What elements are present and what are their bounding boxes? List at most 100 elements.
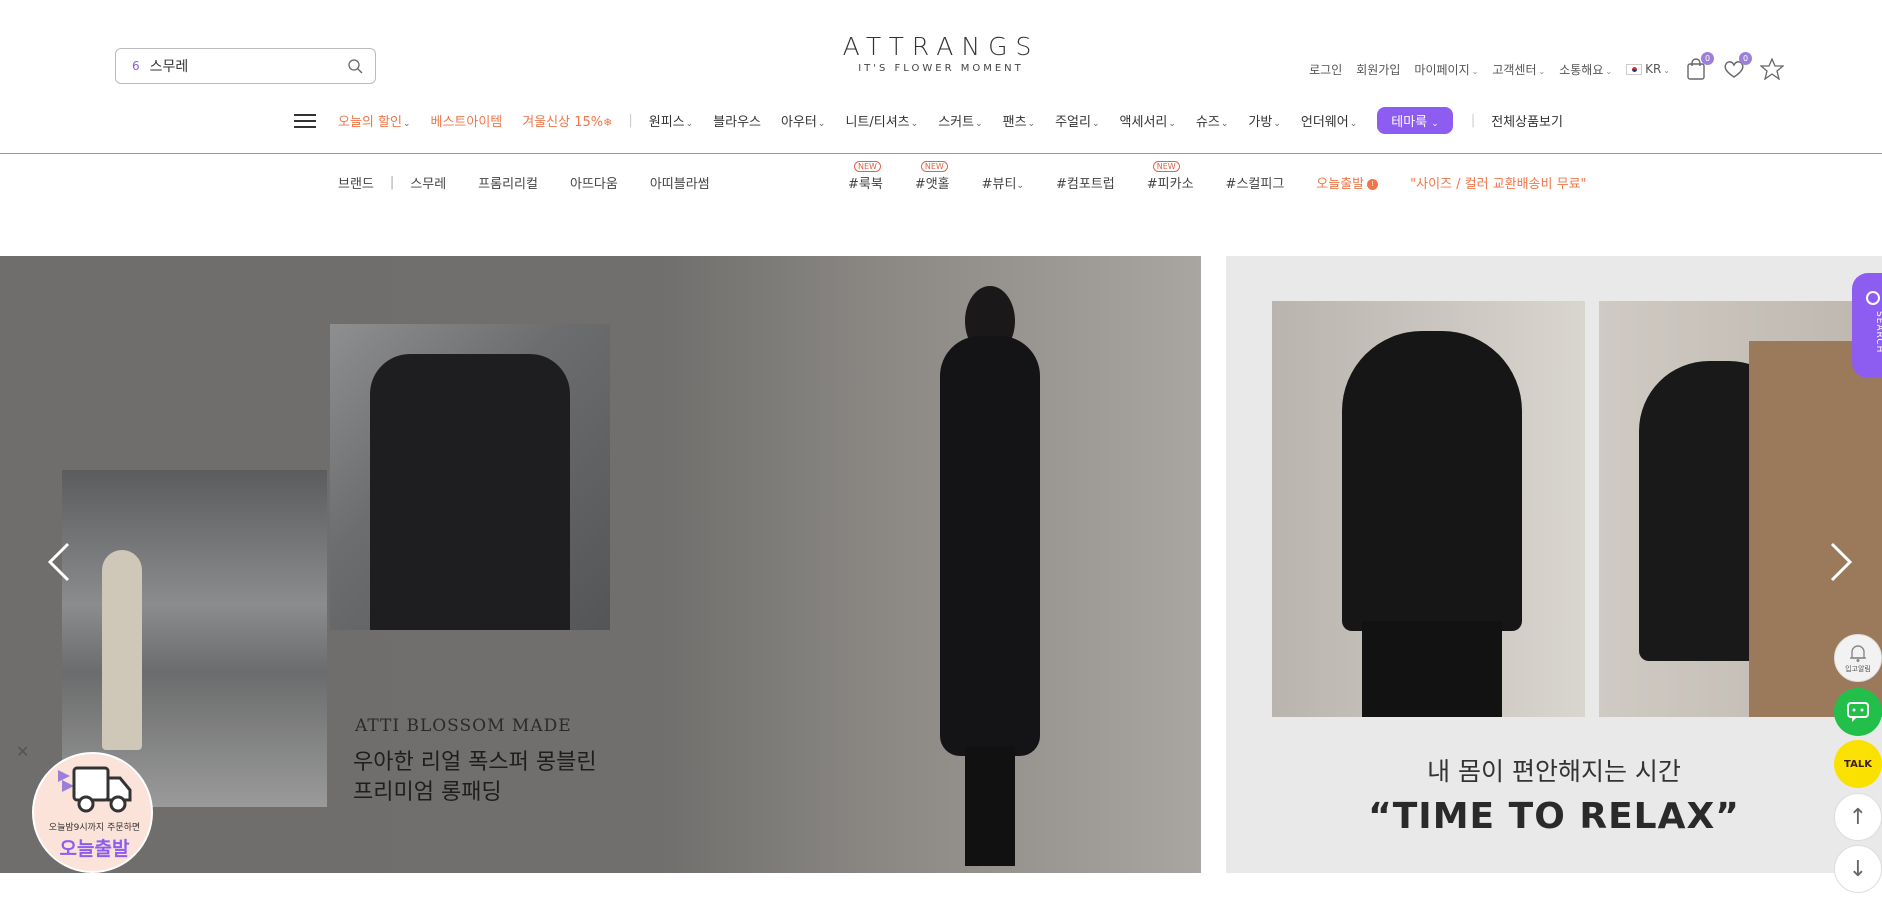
nav-all-products[interactable]: 전체상품보기 xyxy=(1491,111,1563,130)
wishlist-button[interactable]: 0 xyxy=(1722,52,1752,81)
chevron-down-icon: ⌄ xyxy=(1273,119,1281,129)
kakao-talk-button[interactable]: TALK xyxy=(1834,740,1882,788)
login-link[interactable]: 로그인 xyxy=(1309,61,1342,78)
chevron-left-icon xyxy=(47,542,70,582)
chevron-down-icon: ⌄ xyxy=(817,119,826,129)
banner-subtitle: 내 몸이 편안해지는 시간 xyxy=(1427,757,1681,786)
scroll-bottom-button[interactable]: ↓ xyxy=(1834,845,1882,893)
new-badge: NEW xyxy=(920,161,948,172)
community-link[interactable]: 소통해요 ⌄ xyxy=(1559,61,1612,78)
search-icon xyxy=(1866,291,1880,305)
nav-shoes[interactable]: 슈즈⌄ xyxy=(1196,111,1228,130)
main-nav: 오늘의 할인⌄ 베스트아이템 겨울신상 15%❄ | 원피스⌄ 블라우스 아우터… xyxy=(294,107,1583,134)
hero-banner-secondary[interactable]: 내 몸이 편안해지는 시간 “TIME TO RELAX” xyxy=(1226,256,1882,873)
closeup-photo xyxy=(330,324,610,630)
chat-button[interactable] xyxy=(1834,688,1882,736)
theme-look-button[interactable]: 테마룩 ⌄ xyxy=(1377,107,1453,134)
brand-label[interactable]: 브랜드 xyxy=(338,173,374,192)
tag-label: #피카소 xyxy=(1146,177,1194,192)
nav-label: 팬츠 xyxy=(1002,115,1027,130)
today-delivery-badge[interactable]: 오늘밤9시까지 주문하면 오늘출발 xyxy=(32,752,153,873)
restock-alert-button[interactable]: 입고알림 xyxy=(1834,634,1882,682)
nav-label: 주얼리 xyxy=(1055,115,1091,130)
nav-underwear[interactable]: 언더웨어⌄ xyxy=(1301,111,1357,130)
nav-accessory[interactable]: 액세서리⌄ xyxy=(1120,111,1176,130)
brand-item[interactable]: 아뜨다움 xyxy=(570,173,618,192)
nav-blouse[interactable]: 블라우스 xyxy=(713,111,761,130)
nav-best-items[interactable]: 베스트아이템 xyxy=(430,111,502,130)
close-icon[interactable]: ✕ xyxy=(16,742,29,761)
chevron-down-icon: ⌄ xyxy=(1663,66,1670,75)
nav-bag[interactable]: 가방⌄ xyxy=(1248,111,1280,130)
nav-skirt[interactable]: 스커트⌄ xyxy=(938,111,982,130)
favorites-button[interactable] xyxy=(1760,57,1784,81)
nav-winter-new[interactable]: 겨울신상 15%❄ xyxy=(522,111,612,130)
banner-line: 우아한 리얼 폭스퍼 몽블린 xyxy=(353,750,597,775)
tag-label: #룩북 xyxy=(848,177,883,192)
nav-knit[interactable]: 니트/티셔츠⌄ xyxy=(845,111,918,130)
chevron-down-icon: ⌄ xyxy=(1168,119,1176,129)
free-exchange-promo[interactable]: "사이즈 / 컬러 교환배송비 무료" xyxy=(1410,173,1586,192)
today-delivery-link[interactable]: 오늘출발! xyxy=(1316,173,1379,192)
mypage-link[interactable]: 마이페이지 ⌄ xyxy=(1414,61,1478,78)
chevron-down-icon: ⌄ xyxy=(1349,119,1358,129)
model-legs xyxy=(965,746,1015,866)
new-badge: NEW xyxy=(854,161,881,172)
truck-icon xyxy=(58,766,132,813)
nav-outer[interactable]: 아우터⌄ xyxy=(781,111,825,130)
korea-flag-icon xyxy=(1626,64,1643,75)
chat-icon xyxy=(1847,702,1869,722)
hero-banner-primary[interactable]: ATTI BLOSSOM MADE 우아한 리얼 폭스퍼 몽블린 프리미엄 롱패… xyxy=(0,256,1201,873)
new-badge: NEW xyxy=(1152,161,1180,172)
chevron-right-icon xyxy=(1830,542,1853,582)
tag-sculpig[interactable]: #스컬피그 xyxy=(1226,173,1285,192)
star-icon xyxy=(1760,58,1784,80)
chevron-down-icon: ⌄ xyxy=(1091,119,1100,129)
arrow-up-icon: ↑ xyxy=(1848,804,1868,830)
tag-beauty[interactable]: #뷰티⌄ xyxy=(982,173,1024,192)
tag-label: #뷰티 xyxy=(981,177,1017,192)
wishlist-count-badge: 0 xyxy=(1739,52,1752,65)
banner-line: 프리미엄 롱패딩 xyxy=(353,780,502,805)
tag-label: #앳홀 xyxy=(914,177,950,192)
tag-athome[interactable]: NEW #앳홀 xyxy=(914,161,950,192)
jacket-shape xyxy=(370,354,570,630)
nav-separator: | xyxy=(628,113,633,128)
hamburger-menu-icon[interactable] xyxy=(294,113,316,128)
cart-button[interactable]: 0 xyxy=(1684,52,1714,81)
chevron-down-icon: ⌄ xyxy=(1016,181,1025,191)
chevron-down-icon: ⌄ xyxy=(910,119,919,129)
pants-shape xyxy=(1362,621,1502,717)
nav-label: 언더웨어 xyxy=(1300,115,1349,130)
brand-item[interactable]: 스무레 xyxy=(410,173,446,192)
nav-today-sale[interactable]: 오늘의 할인⌄ xyxy=(338,111,410,130)
model-figure xyxy=(102,550,142,750)
floating-search-tab[interactable]: SEARCH xyxy=(1852,273,1882,378)
brand-item[interactable]: 아띠블라썸 xyxy=(650,173,710,192)
scroll-top-button[interactable]: ↑ xyxy=(1834,793,1882,841)
nav-label: 겨울신상 15% xyxy=(522,115,604,130)
delivery-title: 오늘출발 xyxy=(59,838,130,860)
chevron-down-icon: ⌄ xyxy=(1605,66,1613,76)
nav-jewelry[interactable]: 주얼리⌄ xyxy=(1055,111,1099,130)
carousel-prev-arrow[interactable] xyxy=(44,540,72,592)
tag-comfort[interactable]: #컴포트럽 xyxy=(1056,173,1115,192)
tag-picaso[interactable]: NEW #피카소 xyxy=(1146,161,1194,192)
tag-lookbook[interactable]: NEW #룩북 xyxy=(848,161,883,192)
signup-link[interactable]: 회원가입 xyxy=(1356,61,1400,78)
tag-nav: NEW #룩북 NEW #앳홀 #뷰티⌄ #컴포트럽 NEW #피카소 #스컬피그 오… xyxy=(848,161,1619,192)
cs-label: 고객센터 xyxy=(1492,62,1537,77)
nav-label: 아우터 xyxy=(781,115,817,130)
delivery-caption: 오늘밤9시까지 주문하면 xyxy=(48,823,141,833)
brand-item[interactable]: 프롬리리컬 xyxy=(478,173,538,192)
customer-center-link[interactable]: 고객센터 ⌄ xyxy=(1492,61,1545,78)
chevron-down-icon: ⌄ xyxy=(1431,119,1439,129)
nav-dress[interactable]: 원피스⌄ xyxy=(649,111,693,130)
product-photo xyxy=(1272,301,1585,717)
bell-label: 입고알림 xyxy=(1845,664,1871,673)
nav-label: 슈즈 xyxy=(1195,115,1220,130)
language-select[interactable]: KR ⌄ xyxy=(1626,62,1670,76)
nav-pants[interactable]: 팬츠⌄ xyxy=(1003,111,1035,130)
carousel-next-arrow[interactable] xyxy=(1828,540,1856,592)
arrow-down-icon: ↓ xyxy=(1848,856,1868,882)
